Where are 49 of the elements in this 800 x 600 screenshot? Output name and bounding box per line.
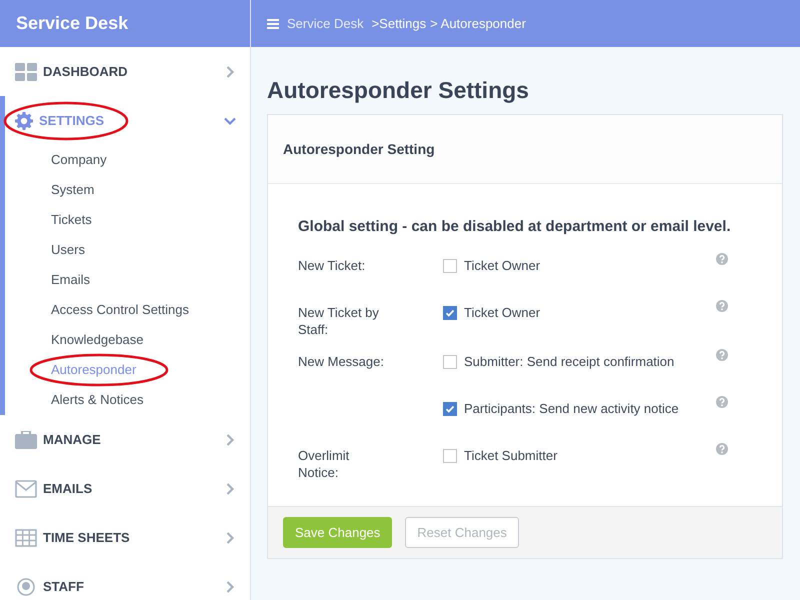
nav-subitem[interactable]: Knowledgebase [7, 325, 250, 355]
chevron-right-icon [224, 434, 236, 446]
nav-subitem[interactable]: Alerts & Notices [7, 385, 250, 415]
option-label: Participants: Send new activity notice [464, 400, 680, 417]
checkbox[interactable] [443, 449, 457, 463]
help-icon[interactable] [716, 300, 728, 312]
nav-subitem[interactable]: Tickets [7, 205, 250, 235]
checkbox[interactable] [443, 259, 457, 273]
nav-item[interactable]: STAFF [7, 562, 250, 600]
nav-item[interactable]: EMAILS [7, 464, 250, 513]
nav-subitem[interactable]: Access Control Settings [7, 295, 250, 325]
checkbox[interactable] [443, 306, 457, 320]
option-label: Ticket Submitter [464, 447, 558, 464]
chevron-right-icon [224, 532, 236, 544]
envelope-icon [15, 480, 37, 498]
option-label: Ticket Owner [464, 304, 542, 321]
chevron-down-icon [224, 114, 236, 126]
field-label: New Message: [298, 353, 385, 371]
field-label: New Ticket: [298, 257, 366, 275]
page-title: Autoresponder Settings [267, 77, 530, 104]
table-icon [15, 528, 37, 546]
chevron-right-icon [224, 482, 236, 494]
user-icon [15, 578, 37, 596]
notice-text: Global setting - can be disabled at department or email level. [298, 218, 732, 235]
checkbox[interactable] [443, 355, 457, 369]
chevron-right-icon [224, 580, 236, 592]
nav-subitem[interactable]: Company [7, 145, 250, 175]
card-title: Autoresponder Setting [283, 141, 435, 157]
help-icon[interactable] [716, 396, 728, 408]
nav-item[interactable]: TIME SHEETS [7, 513, 250, 562]
nav-subitem[interactable]: System [7, 175, 250, 205]
menu-icon[interactable] [267, 18, 279, 28]
briefcase-icon [15, 430, 37, 448]
help-icon[interactable] [716, 253, 728, 265]
help-icon[interactable] [716, 349, 728, 361]
option-label: Ticket Owner [464, 257, 542, 274]
gear-icon [15, 112, 33, 130]
field-label: New Ticket by Staff: [298, 304, 380, 339]
grid-icon [15, 62, 37, 80]
help-icon[interactable] [716, 443, 728, 455]
nav-subitem[interactable]: Emails [7, 265, 250, 295]
nav-subitem[interactable]: Users [7, 235, 250, 265]
chevron-right-icon [224, 66, 236, 78]
nav-item[interactable]: MANAGE [7, 415, 250, 464]
nav-item[interactable]: DASHBOARD [7, 47, 250, 96]
field-label: Overlimit Notice: [298, 447, 350, 482]
checkbox[interactable] [443, 402, 457, 416]
option-label: Submitter: Send receipt confirmation [464, 353, 676, 370]
app-title: Service Desk [0, 0, 250, 47]
